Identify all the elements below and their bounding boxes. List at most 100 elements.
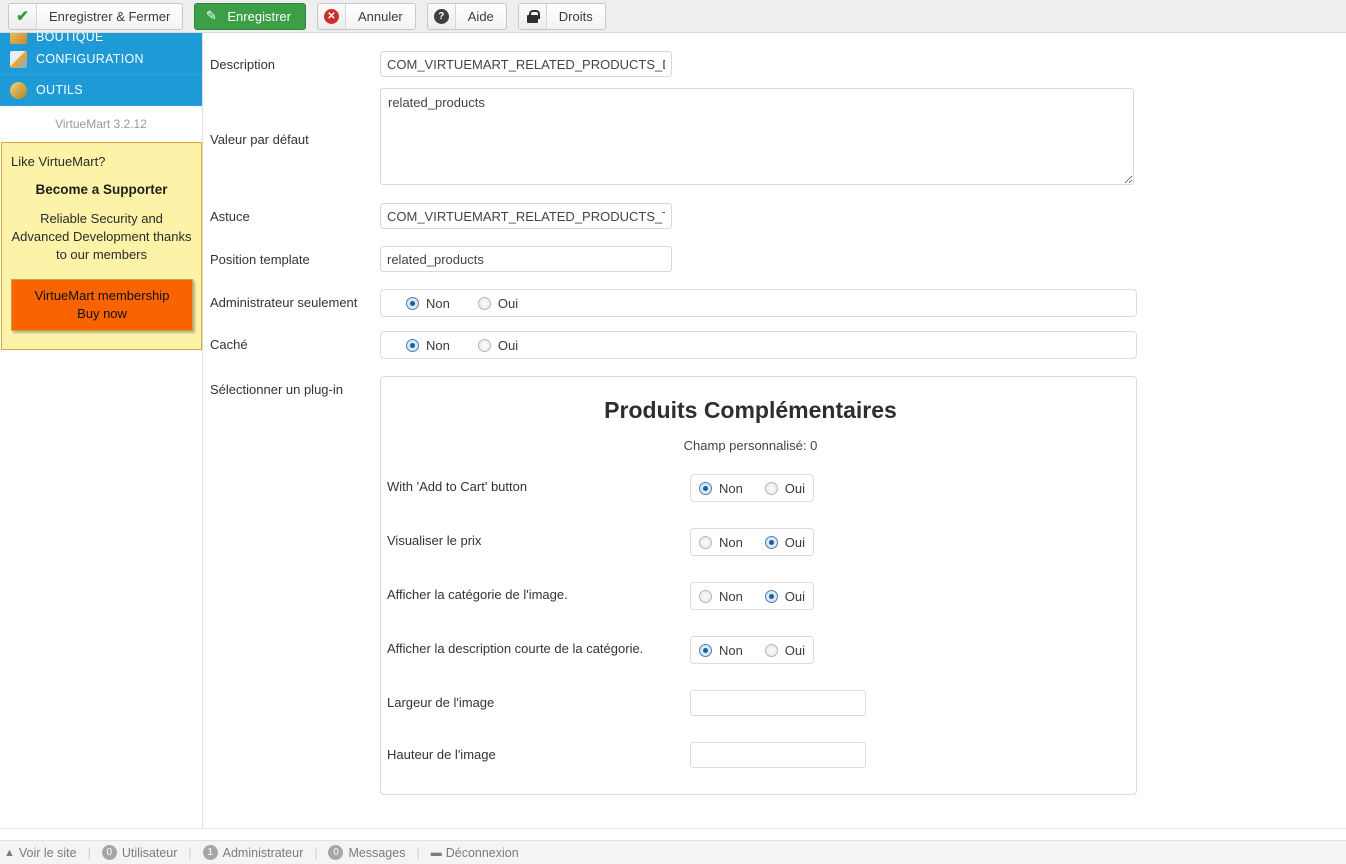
image-width-input[interactable]	[690, 690, 866, 716]
sidebar-item-outils[interactable]: OUTILS	[0, 75, 202, 106]
tip-input[interactable]	[380, 203, 672, 229]
lock-icon	[518, 3, 547, 29]
show-price-option-non[interactable]: Non	[699, 535, 743, 550]
admin-only-label: Administrateur seulement	[210, 295, 358, 310]
radio-dot-icon[interactable]	[699, 535, 712, 549]
show-price-option-non-label: Non	[719, 534, 743, 550]
permissions-button[interactable]: Droits	[517, 2, 606, 30]
show-category-description-option-oui-label: Oui	[784, 642, 805, 658]
radio-dot-icon[interactable]	[764, 481, 778, 495]
buy-now-button[interactable]: VirtueMart membership Buy now	[11, 279, 193, 331]
template-position-input[interactable]	[380, 246, 672, 272]
radio-dot-selected-icon[interactable]	[406, 296, 419, 310]
radio-dot-selected-icon[interactable]	[699, 481, 712, 495]
add-to-cart-option-oui[interactable]: Oui	[764, 480, 805, 496]
logout-icon: ▬	[430, 846, 442, 859]
add-to-cart-option-non-label: Non	[719, 480, 743, 496]
field-row-description: Description	[204, 51, 1346, 77]
sidebar-item-boutique[interactable]: BOUTIQUE	[0, 33, 202, 44]
show-category-image-radio-group: Non Oui	[690, 582, 814, 610]
radio-dot-selected-icon[interactable]	[764, 589, 778, 603]
hidden-option-oui[interactable]: Oui	[477, 337, 519, 353]
tools-icon	[10, 81, 27, 99]
cancel-icon: ✕	[317, 3, 346, 29]
plugin-panel: Produits Complémentaires Champ personnal…	[380, 376, 1137, 795]
admins-status[interactable]: 1 Administrateur	[202, 845, 304, 860]
cancel-label: Annuler	[357, 8, 403, 24]
show-price-option-oui[interactable]: Oui	[764, 534, 805, 550]
view-site-label: Voir le site	[18, 845, 77, 860]
supporter-headline: Become a Supporter	[35, 182, 168, 197]
sidebar-nav: BOUTIQUE CONFIGURATION OUTILS	[0, 33, 202, 106]
radio-dot-icon[interactable]	[477, 296, 491, 310]
show-category-image-option-oui[interactable]: Oui	[764, 588, 805, 604]
hidden-option-oui-label: Oui	[497, 337, 519, 353]
show-price-radio-group: Non Oui	[690, 528, 814, 556]
template-position-label: Position template	[210, 252, 310, 267]
footer-spacer	[0, 828, 1346, 840]
show-category-description-label: Afficher la description courte de la cat…	[387, 641, 644, 656]
show-category-image-option-oui-label: Oui	[784, 588, 805, 604]
show-category-description-option-non-label: Non	[719, 642, 743, 658]
save-and-close-label: Enregistrer & Fermer	[49, 8, 171, 24]
plugin-custom-field-count: Champ personnalisé: 0	[683, 438, 818, 453]
users-status[interactable]: 0 Utilisateur	[101, 845, 177, 860]
help-button[interactable]: ? Aide	[426, 2, 507, 30]
sidebar-item-configuration-label: CONFIGURATION	[36, 52, 144, 66]
field-row-tip: Astuce	[204, 203, 1346, 229]
field-row-template-position: Position template	[204, 246, 1346, 272]
radio-dot-selected-icon[interactable]	[699, 643, 712, 657]
radio-dot-selected-icon[interactable]	[406, 338, 419, 352]
messages-label: Messages	[348, 845, 406, 860]
add-to-cart-label: With 'Add to Cart' button	[387, 479, 528, 494]
plugin-row-show-price: Visualiser le prix Non Oui	[385, 528, 1116, 556]
sidebar-item-boutique-label: BOUTIQUE	[36, 33, 104, 44]
show-category-image-option-non[interactable]: Non	[699, 589, 743, 604]
view-site-link[interactable]: ▲ Voir le site	[4, 846, 77, 860]
plugin-row-show-category-image: Afficher la catégorie de l'image. Non Ou…	[385, 582, 1116, 610]
sidebar-item-outils-label: OUTILS	[36, 83, 83, 97]
field-row-select-plugin: Sélectionner un plug-in Produits Complém…	[204, 376, 1346, 795]
sidebar-item-configuration[interactable]: CONFIGURATION	[0, 44, 202, 75]
radio-dot-icon[interactable]	[699, 589, 712, 603]
admins-label: Administrateur	[222, 845, 304, 860]
admin-only-option-oui-label: Oui	[497, 295, 519, 311]
add-to-cart-option-oui-label: Oui	[784, 480, 805, 496]
admin-only-option-non[interactable]: Non	[406, 296, 450, 311]
status-bar: ▲ Voir le site | 0 Utilisateur | 1 Admin…	[0, 840, 1346, 864]
save-and-close-button[interactable]: ✔ Enregistrer & Fermer	[8, 2, 184, 30]
admin-only-option-oui[interactable]: Oui	[477, 295, 519, 311]
admins-badge: 1	[202, 845, 218, 860]
save-button[interactable]: ✎ Enregistrer	[194, 2, 306, 30]
show-category-description-option-oui[interactable]: Oui	[764, 642, 805, 658]
supporter-box: Like VirtueMart? Become a Supporter Reli…	[1, 142, 202, 350]
radio-dot-selected-icon[interactable]	[764, 535, 778, 549]
image-height-input[interactable]	[690, 742, 866, 768]
show-price-option-oui-label: Oui	[784, 534, 805, 550]
divider: |	[188, 845, 192, 860]
description-label: Description	[210, 57, 276, 72]
show-category-image-label: Afficher la catégorie de l'image.	[387, 587, 568, 602]
check-icon: ✔	[9, 3, 37, 29]
radio-dot-icon[interactable]	[477, 338, 491, 352]
plugin-row-image-height: Hauteur de l'image	[385, 742, 1116, 768]
save-label: Enregistrer	[227, 8, 291, 24]
add-to-cart-option-non[interactable]: Non	[699, 481, 743, 496]
show-category-description-radio-group: Non Oui	[690, 636, 814, 664]
messages-status[interactable]: 0 Messages	[328, 845, 405, 860]
hidden-option-non-label: Non	[426, 337, 450, 353]
description-input[interactable]	[380, 51, 672, 77]
cancel-button[interactable]: ✕ Annuler	[316, 2, 416, 30]
show-category-description-option-non[interactable]: Non	[699, 643, 743, 658]
default-value-textarea[interactable]	[380, 88, 1134, 185]
help-icon: ?	[427, 3, 456, 29]
logout-link[interactable]: ▬ Déconnexion	[431, 846, 519, 860]
hidden-option-non[interactable]: Non	[406, 338, 450, 353]
admin-only-radio-group: Non Oui	[380, 289, 1137, 317]
tip-label: Astuce	[210, 209, 250, 224]
plugin-title: Produits Complémentaires	[604, 397, 897, 423]
plugin-row-add-to-cart: With 'Add to Cart' button Non Oui	[385, 474, 1116, 502]
users-badge: 0	[101, 845, 117, 860]
radio-dot-icon[interactable]	[764, 643, 778, 657]
image-height-label: Hauteur de l'image	[387, 747, 496, 762]
